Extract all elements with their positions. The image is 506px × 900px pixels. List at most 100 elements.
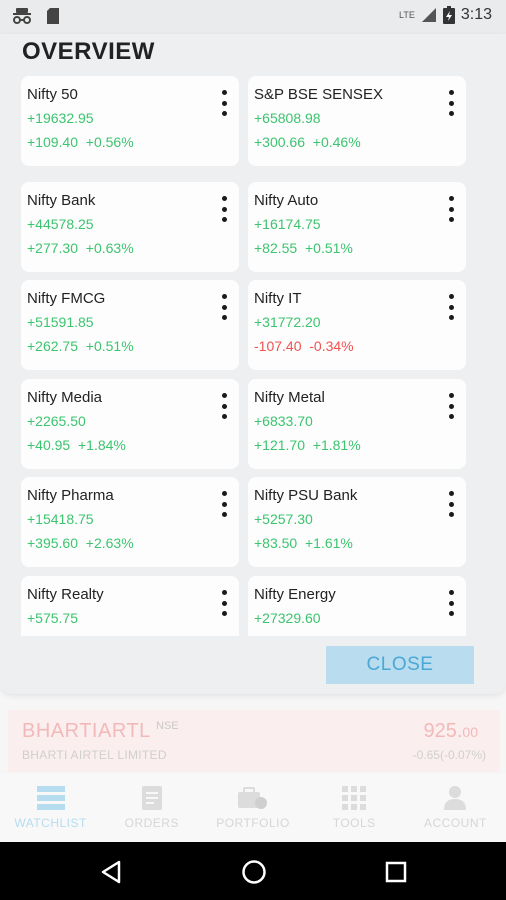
account-icon — [444, 786, 467, 810]
index-value: +15418.75 — [27, 511, 94, 527]
nav-portfolio[interactable]: PORTFOLIO — [202, 774, 303, 842]
index-name: Nifty Pharma — [27, 487, 114, 504]
index-card[interactable]: Nifty PSU Bank +5257.30 +83.50 +1.61% — [248, 477, 466, 567]
index-card[interactable]: Nifty Energy +27329.60 — [248, 576, 466, 636]
more-options-icon[interactable] — [219, 196, 229, 222]
index-value: +2265.50 — [27, 413, 86, 429]
stock-price: 925.00 — [423, 720, 478, 743]
tools-icon — [342, 786, 367, 810]
index-change-points: +40.95 — [27, 437, 71, 453]
index-name: Nifty FMCG — [27, 290, 106, 307]
more-options-icon[interactable] — [446, 491, 456, 517]
index-value: +19632.95 — [27, 110, 94, 126]
nav-orders[interactable]: ORDERS — [101, 774, 202, 842]
watchlist-stock-row[interactable]: BHARTIARTL NSE BHARTI AIRTEL LIMITED 925… — [8, 710, 500, 772]
stock-price-main: 925. — [423, 720, 463, 742]
overview-title: OVERVIEW — [22, 38, 155, 65]
index-name: Nifty Realty — [27, 586, 104, 603]
index-change: +262.75 +0.51% — [27, 338, 134, 354]
index-name: Nifty Media — [27, 389, 103, 406]
more-options-icon[interactable] — [219, 590, 229, 616]
watchlist-icon — [36, 786, 65, 810]
index-value: +27329.60 — [254, 610, 321, 626]
nav-tools[interactable]: TOOLS — [304, 774, 405, 842]
nav-account[interactable]: ACCOUNT — [405, 774, 506, 842]
index-card[interactable]: Nifty Pharma +15418.75 +395.60 +2.63% — [21, 477, 239, 567]
index-value: +575.75 — [27, 610, 78, 626]
more-options-icon[interactable] — [446, 590, 456, 616]
index-change-percent: +0.63% — [85, 240, 134, 256]
index-change-points: -107.40 — [254, 338, 302, 354]
index-change: +277.30 +0.63% — [27, 240, 134, 256]
index-name: Nifty 50 — [27, 86, 78, 103]
index-value: +31772.20 — [254, 314, 321, 330]
sd-card-icon — [47, 8, 59, 24]
index-value: +16174.75 — [254, 216, 321, 232]
more-options-icon[interactable] — [446, 196, 456, 222]
close-button[interactable]: CLOSE — [326, 646, 474, 684]
index-value: +5257.30 — [254, 511, 313, 527]
index-value: +6833.70 — [254, 413, 313, 429]
signal-icon — [421, 8, 436, 22]
nav-watchlist[interactable]: WATCHLIST — [0, 774, 101, 842]
more-options-icon[interactable] — [219, 393, 229, 419]
index-change-points: +83.50 — [254, 535, 298, 551]
system-nav-bar — [0, 842, 506, 900]
orders-icon — [141, 786, 162, 810]
more-options-icon[interactable] — [446, 294, 456, 320]
stock-exchange: NSE — [156, 720, 179, 732]
index-card[interactable]: Nifty Auto +16174.75 +82.55 +0.51% — [248, 182, 466, 272]
status-bar: LTE 3:13 — [0, 0, 506, 34]
index-change-points: +300.66 — [254, 134, 305, 150]
index-change-percent: +0.46% — [312, 134, 361, 150]
battery-icon — [442, 6, 455, 24]
more-options-icon[interactable] — [219, 491, 229, 517]
index-change-points: +121.70 — [254, 437, 305, 453]
index-card[interactable]: Nifty Bank +44578.25 +277.30 +0.63% — [21, 182, 239, 272]
recents-icon[interactable] — [385, 861, 407, 883]
index-name: Nifty Metal — [254, 389, 325, 406]
index-change-percent: +1.61% — [305, 535, 353, 551]
nav-portfolio-label: PORTFOLIO — [216, 816, 290, 830]
index-name: Nifty Bank — [27, 192, 96, 209]
index-change-points: +395.60 — [27, 535, 78, 551]
more-options-icon[interactable] — [219, 90, 229, 116]
index-change: -107.40 -0.34% — [254, 338, 354, 354]
index-change: +300.66 +0.46% — [254, 134, 361, 150]
index-name: Nifty IT — [254, 290, 302, 307]
index-change-percent: +0.51% — [85, 338, 134, 354]
index-change-points: +262.75 — [27, 338, 78, 354]
index-card[interactable]: Nifty Media +2265.50 +40.95 +1.84% — [21, 379, 239, 469]
index-change-points: +109.40 — [27, 134, 78, 150]
nav-tools-label: TOOLS — [332, 816, 376, 830]
index-change-percent: +0.56% — [85, 134, 134, 150]
index-name: Nifty Auto — [254, 192, 319, 209]
index-change: +121.70 +1.81% — [254, 437, 361, 453]
more-options-icon[interactable] — [446, 90, 456, 116]
index-card[interactable]: Nifty Realty +575.75 — [21, 576, 239, 636]
overview-panel: OVERVIEW Nifty 50 +19632.95 +109.40 +0.5… — [0, 34, 506, 694]
index-change-points: +277.30 — [27, 240, 78, 256]
index-card[interactable]: Nifty FMCG +51591.85 +262.75 +0.51% — [21, 280, 239, 370]
index-change-percent: +2.63% — [85, 535, 134, 551]
index-card[interactable]: Nifty IT +31772.20 -107.40 -0.34% — [248, 280, 466, 370]
stock-symbol: BHARTIARTL — [22, 720, 151, 742]
back-icon[interactable] — [100, 860, 122, 884]
index-change-percent: +1.81% — [312, 437, 361, 453]
index-value: +65808.98 — [254, 110, 321, 126]
portfolio-icon — [238, 787, 267, 809]
index-change: +40.95 +1.84% — [27, 437, 126, 453]
index-card[interactable]: S&P BSE SENSEX +65808.98 +300.66 +0.46% — [248, 76, 466, 166]
index-card[interactable]: Nifty 50 +19632.95 +109.40 +0.56% — [21, 76, 239, 166]
more-options-icon[interactable] — [219, 294, 229, 320]
index-card[interactable]: Nifty Metal +6833.70 +121.70 +1.81% — [248, 379, 466, 469]
index-change-percent: +1.84% — [78, 437, 126, 453]
home-icon[interactable] — [241, 859, 267, 885]
index-change: +395.60 +2.63% — [27, 535, 134, 551]
more-options-icon[interactable] — [446, 393, 456, 419]
index-value: +44578.25 — [27, 216, 94, 232]
index-name: Nifty PSU Bank — [254, 487, 358, 504]
stock-price-decimal: 00 — [462, 724, 478, 740]
index-change: +109.40 +0.56% — [27, 134, 134, 150]
index-change-percent: -0.34% — [309, 338, 354, 354]
